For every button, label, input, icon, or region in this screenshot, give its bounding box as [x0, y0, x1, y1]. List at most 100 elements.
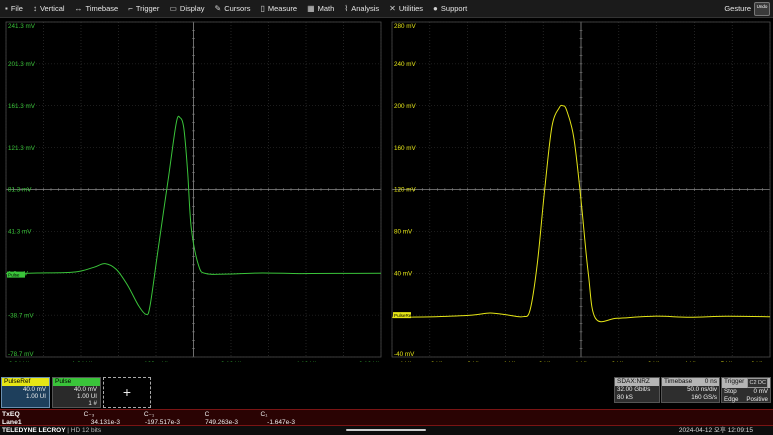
menu-item-math[interactable]: ▦ Math — [302, 0, 339, 18]
sdax-rate: 32.00 Gbit/s — [617, 386, 651, 393]
sdax-samples: 80 kS — [617, 394, 633, 401]
left-y-tick-label: 41.3 mV — [8, 229, 32, 236]
status-bar: TELEDYNE LECROY | HD 12 bits 2024-04-12 … — [0, 426, 773, 435]
pulseref-waveform-chart[interactable]: 280 mV 240 mV 200 mV 160 mV 120 mV 80 mV 40 mV… — [386, 18, 773, 362]
left-x-tick-label: 4.16 UI — [296, 361, 317, 362]
date-time: 2024-04-12 오후 12:09:15 — [678, 427, 753, 434]
sdax-title: SDAX:NRZ — [617, 378, 650, 385]
right-x-tick-label: 2 UI — [612, 361, 624, 362]
pulseref-descriptor[interactable]: PulseRef 40.0 mV 1.00 UI — [1, 377, 50, 408]
measurement-cell[interactable]: C₁ -1.647e-3 — [215, 411, 295, 426]
right-x-tick-label: -3 UI — [429, 361, 443, 362]
menu-item-cursors[interactable]: ✎ Cursors — [210, 0, 256, 18]
menu-item-trigger[interactable]: ⌐ Trigger — [123, 0, 164, 18]
menu-item-display[interactable]: ▭ Display — [164, 0, 209, 18]
home-indicator[interactable] — [346, 429, 426, 431]
descriptor-timebase: 1.00 UI — [26, 393, 46, 400]
left-x-tick-label: 160 mUI — [144, 361, 168, 362]
sdax-descriptor[interactable]: SDAX:NRZ 32.00 Gbit/s 80 kS — [614, 377, 660, 403]
menu-item-label: Vertical — [39, 4, 65, 13]
utilities-icon: ✕ — [389, 4, 396, 13]
descriptor-scale: 40.0 mV — [22, 386, 46, 393]
add-trace-button[interactable]: + — [103, 377, 151, 408]
measurement-title: TxEQ — [2, 411, 20, 418]
left-y-tick-label: 201.3 mV — [8, 61, 36, 68]
right-y-tick-label: 80 mV — [394, 229, 413, 236]
menu-bar: ▪ File ↕ Vertical ↔ Timebase ⌐ Trigger ▭ Display ✎… — [0, 0, 773, 18]
right-x-tick-label: 1 UI — [575, 361, 587, 362]
menu-item-label: Timebase — [85, 4, 119, 13]
right-y-tick-label: 200 mV — [394, 103, 417, 110]
left-x-tick-label: -1.84 UI — [70, 361, 93, 362]
right-x-tick-label: -1 UI — [501, 361, 515, 362]
menu-item-utilities[interactable]: ✕ Utilities — [384, 0, 428, 18]
menu-item-support[interactable]: ● Support — [428, 0, 472, 18]
timebase-div: 50.0 ns/div — [687, 386, 717, 393]
trigger-type: Edge — [724, 396, 739, 403]
descriptor-title: PulseRef — [2, 378, 49, 386]
menu-item-vertical[interactable]: ↕ Vertical — [28, 0, 70, 18]
measurement-value: -1.647e-3 — [267, 418, 295, 426]
right-y-tick-label: -40 mV — [394, 351, 415, 358]
menu-item-label: Utilities — [398, 4, 424, 13]
right-y-tick-label: 280 mV — [394, 23, 417, 30]
right-x-tick-label: -4 UI — [397, 361, 411, 362]
trigger-descriptor[interactable]: Trigger C2 DC Stop 0 mV Edge Positive — [721, 377, 771, 403]
left-y-tick-label: 161.3 mV — [8, 103, 36, 110]
right-y-tick-label: 160 mV — [394, 145, 417, 152]
timebase-icon: ↔ — [74, 4, 83, 13]
timebase-delay: 0 ns — [704, 378, 717, 385]
pulse-waveform-chart[interactable]: 241.3 mV 201.3 mV 161.3 mV 121.3 mV 81.3 mV 4… — [0, 18, 384, 362]
right-x-tick-label: 4 UI — [684, 361, 696, 362]
brand-logo: TELEDYNE LECROY — [2, 427, 66, 434]
left-x-tick-label: 2.16 UI — [221, 361, 242, 362]
menu-item-measure[interactable]: ▯ Measure — [255, 0, 302, 18]
menu-item-label: Support — [440, 4, 468, 13]
trigger-title: Trigger — [724, 378, 745, 385]
menu-item-label: Math — [317, 4, 335, 13]
right-grid[interactable]: 280 mV 240 mV 200 mV 160 mV 120 mV 80 mV 40 mV… — [386, 18, 773, 362]
trigger-mode: Stop — [724, 388, 737, 395]
timebase-title: Timebase — [664, 378, 693, 385]
cursors-icon: ✎ — [214, 4, 222, 13]
menu-item-timebase[interactable]: ↔ Timebase — [70, 0, 124, 18]
trigger-level: 0 mV — [753, 388, 768, 395]
file-icon: ▪ — [5, 4, 8, 13]
trigger-source-badge: C2 DC — [747, 378, 768, 388]
right-x-tick-label: 0 UI — [539, 361, 551, 362]
plus-icon: + — [122, 384, 132, 400]
analysis-icon: ⌇ — [344, 4, 349, 13]
right-y-tick-label: 120 mV — [394, 187, 417, 194]
left-y-tick-label: -38.7 mV — [8, 312, 34, 319]
left-x-tick-label: -3.84 UI — [7, 361, 30, 362]
pulseref-ground-marker-label: PulseRef — [394, 313, 413, 318]
pulse-descriptor[interactable]: Pulse 40.0 mV 1.00 UI 1 # — [52, 377, 101, 408]
menu-item-label: File — [10, 4, 23, 13]
gesture-label[interactable]: Gesture — [724, 4, 751, 13]
menu-item-label: Analysis — [351, 4, 380, 13]
right-y-tick-label: 40 mV — [394, 270, 413, 277]
menu-item-label: Measure — [267, 4, 298, 13]
trigger-slope: Positive — [746, 396, 768, 403]
menu-item-label: Cursors — [224, 4, 251, 13]
timebase-rate: 160 GS/s — [691, 394, 717, 401]
pulse-ground-marker-label: Pulse — [8, 273, 20, 278]
undo-button[interactable]: Undo — [754, 2, 770, 16]
timebase-descriptor[interactable]: Timebase0 ns 50.0 ns/div 80 kS160 GS/s — [661, 377, 720, 403]
descriptor-title: Pulse — [53, 378, 100, 386]
support-icon: ● — [433, 4, 438, 13]
menu-item-file[interactable]: ▪ File — [0, 0, 28, 18]
menu-item-analysis[interactable]: ⌇ Analysis — [339, 0, 384, 18]
right-x-tick-label: 3 UI — [648, 361, 660, 362]
brand-subtitle: HD 12 bits — [70, 427, 102, 434]
measurement-header: C₁ — [260, 411, 268, 418]
descriptor-timebase: 1.00 UI — [77, 393, 97, 400]
right-x-tick-label: -2 UI — [465, 361, 479, 362]
right-x-tick-label: 5 UI — [721, 361, 733, 362]
measurement-bar[interactable]: TxEQ Lane1 C₋₃ 34.131e-3 C₋₁ -197.517e-3… — [0, 409, 773, 426]
left-y-tick-label: 121.3 mV — [8, 145, 36, 152]
descriptor-scale: 40.0 mV — [73, 386, 97, 393]
vertical-icon: ↕ — [32, 4, 37, 13]
measurement-lane: Lane1 — [2, 418, 22, 426]
left-grid[interactable]: 241.3 mV 201.3 mV 161.3 mV 121.3 mV 81.3 mV 4… — [0, 18, 384, 362]
